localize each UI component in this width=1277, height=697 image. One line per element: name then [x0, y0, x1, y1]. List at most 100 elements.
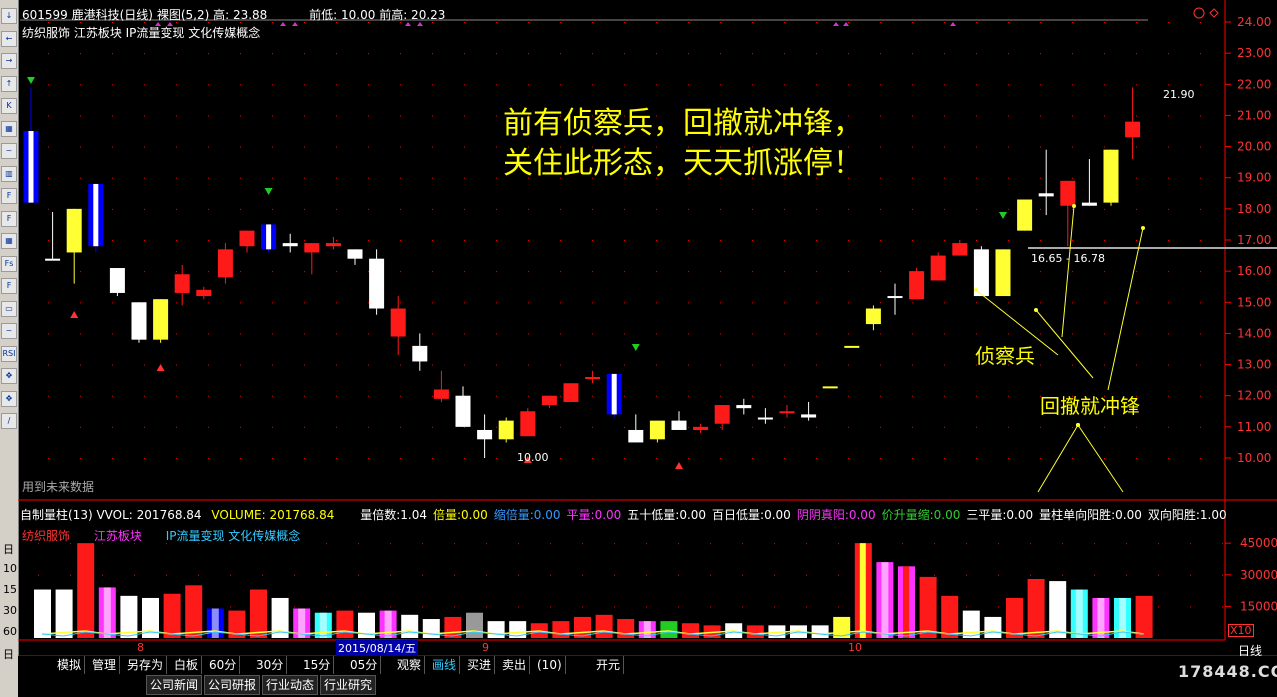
- period-shortcut[interactable]: 60: [3, 625, 17, 638]
- date-cursor-label: 2015/08/14/五: [336, 640, 419, 656]
- tab-7[interactable]: 05分: [347, 656, 382, 674]
- tab-10[interactable]: 买进: [464, 656, 496, 674]
- volume-metric: 阴阴真阳:0.00: [796, 508, 876, 522]
- volume-bar: [206, 608, 224, 638]
- tab-9[interactable]: 画线: [429, 656, 461, 674]
- down-arrow-icon: [264, 188, 273, 195]
- candle: [1103, 149, 1119, 206]
- chart-mode: 裸图(5,2): [156, 8, 210, 22]
- toolbar-button[interactable]: F: [1, 210, 17, 227]
- tab-11[interactable]: 卖出: [499, 656, 531, 674]
- headline-line-2: 关住此形态，天天抓涨停！: [503, 146, 863, 181]
- candle: [563, 383, 579, 402]
- circle-icon[interactable]: [1193, 7, 1205, 19]
- candle: [606, 373, 622, 418]
- tab-5[interactable]: 30分: [253, 656, 288, 674]
- volume-metric: 平量:0.00: [566, 508, 622, 522]
- tab-1[interactable]: 管理: [89, 656, 121, 674]
- candle: [217, 243, 233, 284]
- period-shortcut[interactable]: 15: [3, 583, 17, 596]
- toolbar-button[interactable]: ▥: [1, 165, 17, 182]
- future-data-note: 用到未来数据: [22, 480, 95, 494]
- volume-tick-label: 15000: [1240, 599, 1277, 613]
- candle: [865, 305, 881, 331]
- candle: [282, 233, 298, 253]
- tab-2[interactable]: 另存为: [124, 656, 168, 674]
- price-axis: 24.00 23.00 22.00 21.00 20.00 19.00 18.00 17.00…: [1225, 15, 1271, 465]
- tab-12[interactable]: (10): [534, 656, 566, 674]
- candle: [1038, 149, 1054, 216]
- candle: [109, 268, 125, 297]
- up-arrow-icon: [156, 364, 165, 371]
- candle: [995, 249, 1011, 297]
- range-label: 16.65 - 16.78: [1031, 252, 1105, 265]
- price-tick-label: 23.00: [1237, 46, 1271, 60]
- volume-tick-label: 45000: [1240, 536, 1277, 550]
- info-tab-3[interactable]: 行业研究: [320, 675, 377, 695]
- period-shortcut[interactable]: 10: [3, 562, 17, 575]
- toolbar-button[interactable]: ←: [1, 30, 17, 47]
- toolbar-button[interactable]: ✥: [1, 368, 17, 384]
- toolbar-button[interactable]: F: [1, 188, 17, 204]
- candle: [239, 230, 255, 253]
- volume-metric: 五十低量:0.00: [627, 508, 707, 522]
- volume-bar: [660, 621, 678, 638]
- diamond-icon[interactable]: [1209, 8, 1219, 18]
- charge-annotation: 回撤就冲锋: [1040, 394, 1140, 418]
- toolbar-button[interactable]: ~: [1, 323, 17, 339]
- candle: [325, 236, 341, 250]
- volume-bar: [811, 625, 829, 638]
- period-shortcut[interactable]: 30: [3, 604, 17, 617]
- tab-6[interactable]: 15分: [300, 656, 335, 674]
- period-shortcut[interactable]: 日: [3, 541, 14, 557]
- tab-13[interactable]: 开元: [593, 656, 625, 674]
- toolbar-button[interactable]: ▦: [1, 233, 17, 249]
- candle: [649, 420, 665, 443]
- candle: [822, 386, 838, 389]
- concept-tags: 纺织服饰 江苏板块 IP流量变现 文化传媒概念: [22, 26, 261, 40]
- volume-unit-label: X10: [1228, 624, 1254, 637]
- toolbar-button[interactable]: RSI: [1, 345, 17, 362]
- watermark: 178448.COM: [1178, 662, 1277, 681]
- volume-bar: [898, 566, 915, 638]
- candle: [498, 417, 514, 443]
- price-tick-label: 18.00: [1237, 202, 1271, 216]
- toolbar-button[interactable]: ↑: [1, 75, 17, 92]
- tab-4[interactable]: 60分: [206, 656, 241, 674]
- toolbar-button[interactable]: ↓: [1, 8, 17, 24]
- tab-8[interactable]: 观察: [394, 656, 426, 674]
- prev-low-label: 前低: 10.00: [309, 8, 376, 22]
- down-arrow-icon: [999, 212, 1007, 219]
- toolbar-button[interactable]: ~: [1, 143, 17, 159]
- tab-0[interactable]: 模拟: [54, 656, 86, 674]
- volume-bar: [1049, 581, 1067, 638]
- tab-3[interactable]: 白板: [171, 656, 203, 674]
- toolbar-button[interactable]: Fs: [1, 255, 17, 272]
- volume-bar: [379, 610, 397, 638]
- toolbar-button[interactable]: ∕: [1, 413, 17, 429]
- volume-bar: [250, 589, 267, 638]
- candle: [45, 211, 61, 261]
- volume-bar: [1070, 589, 1088, 638]
- volume-bar: [617, 619, 635, 638]
- month-8-label: 8: [137, 641, 144, 654]
- candle: [433, 370, 449, 402]
- candle: [520, 408, 536, 437]
- month-10-label: 10: [848, 641, 862, 654]
- period-shortcut[interactable]: 日: [3, 646, 14, 662]
- toolbar-button[interactable]: K: [1, 98, 17, 114]
- toolbar-button[interactable]: ▭: [1, 300, 17, 317]
- vvol-value: VVOL: 201768.84: [96, 508, 202, 522]
- info-tab-0[interactable]: 公司新闻: [146, 675, 203, 695]
- toolbar-button[interactable]: ✥: [1, 390, 17, 407]
- volume-metric: 百日低量:0.00: [712, 508, 791, 522]
- toolbar-button[interactable]: →: [1, 53, 17, 69]
- toolbar-button[interactable]: ▦: [1, 120, 17, 137]
- toolbar-button[interactable]: F: [1, 278, 17, 294]
- info-tab-2[interactable]: 行业动态: [262, 675, 319, 695]
- info-tab-1[interactable]: 公司研报: [204, 675, 261, 695]
- up-arrow-icon: [675, 462, 683, 469]
- volume-header: 自制量柱(13) VVOL: 201768.84 VOLUME: 201768.…: [20, 506, 1233, 523]
- volume-bar: [682, 623, 699, 638]
- price-tick-label: 21.00: [1237, 108, 1271, 122]
